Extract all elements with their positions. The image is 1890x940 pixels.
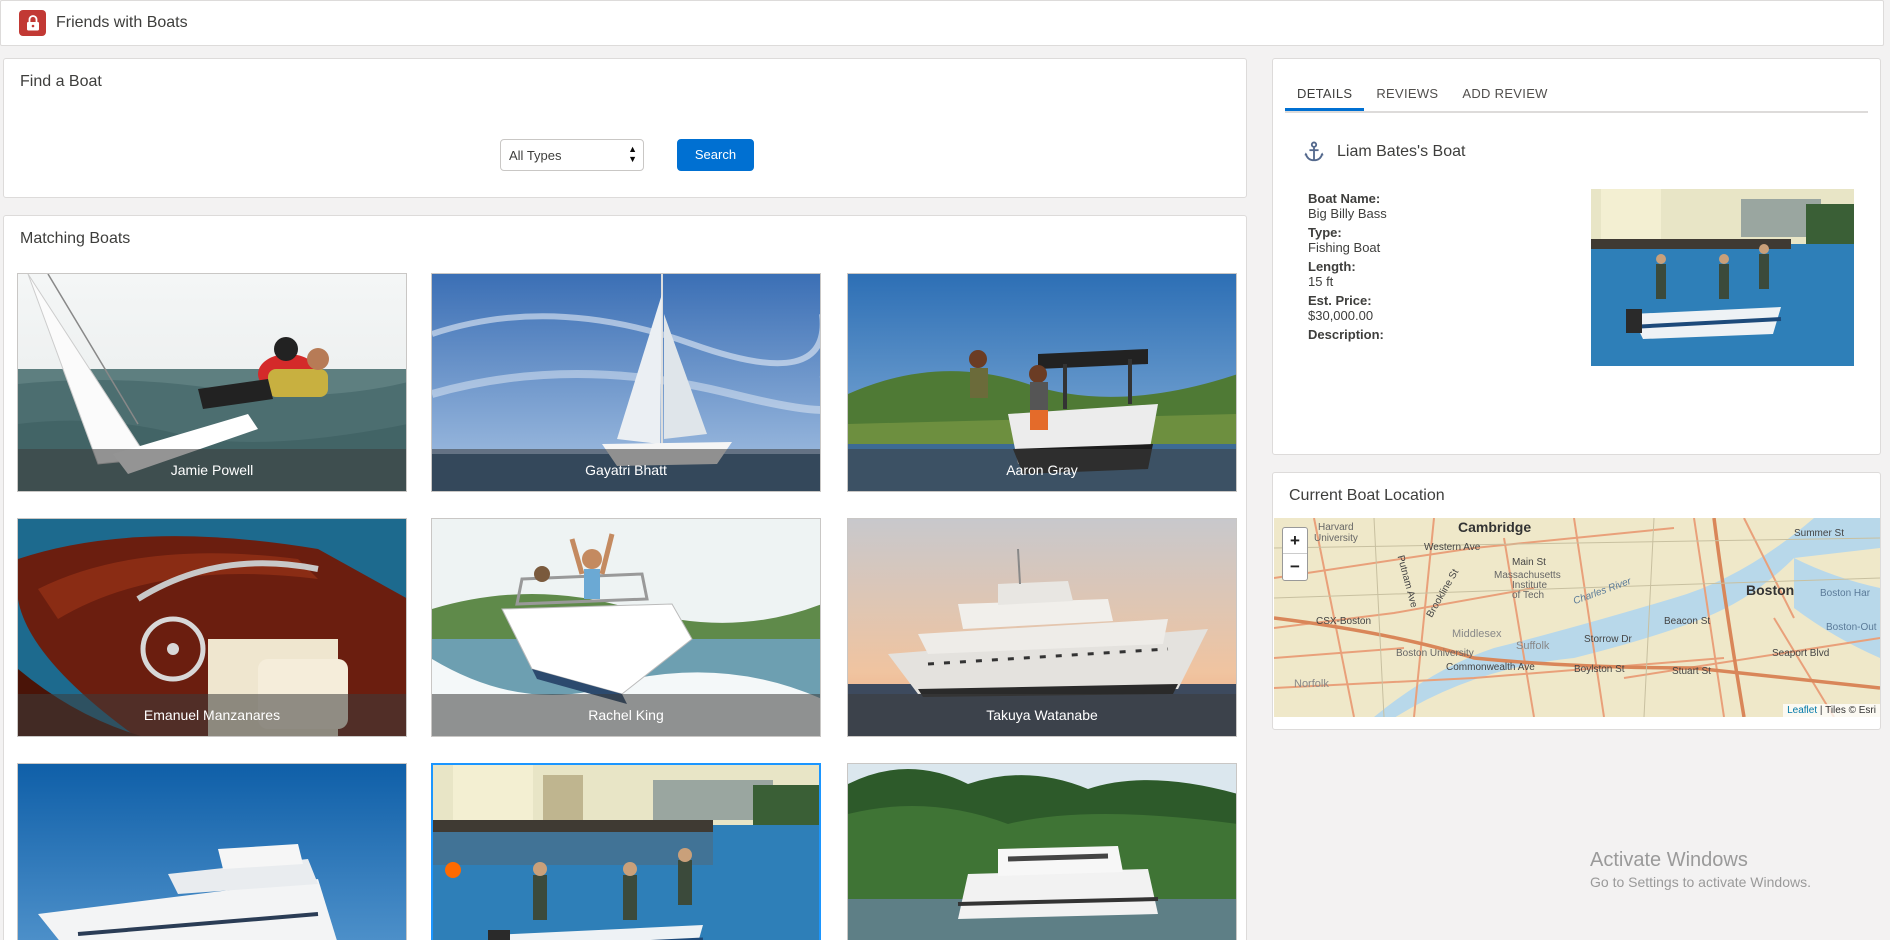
map-label-commonwealth-ave: Commonwealth Ave [1446,662,1535,673]
boat-type-select-value: All Types [509,148,562,163]
boat-tile[interactable]: Jamie Powell [17,273,407,492]
map-label-storrow-dr: Storrow Dr [1584,634,1632,645]
map-label-seaport-blvd: Seaport Blvd [1772,648,1830,659]
map-attribution: Leaflet | Tiles © Esri [1783,704,1880,717]
boat-photo [433,765,819,940]
app-header: Friends with Boats [0,0,1884,46]
zoom-in-button[interactable]: + [1283,528,1307,554]
boat-tile[interactable]: Aaron Gray [847,273,1237,492]
boat-owner-label: Takuya Watanabe [848,694,1236,736]
boat-tile[interactable] [17,763,407,940]
anchor-icon [1304,141,1324,162]
boat-details-title: Liam Bates's Boat [1337,143,1466,160]
boat-owner-label: Rachel King [432,694,820,736]
matching-boats-title: Matching Boats [20,230,131,247]
activate-windows-subtitle: Go to Settings to activate Windows. [1590,874,1811,890]
boat-location-map[interactable]: + − Cambridge Boston Harvard University … [1274,518,1880,717]
matching-boats-card: Matching Boats Jamie Powell Gayatri Bhat… [3,215,1247,940]
boat-detail-fields: Boat Name: Big Billy Bass Type: Fishing … [1308,189,1387,342]
boat-photo [848,764,1236,940]
map-label-summer-st: Summer St [1794,528,1845,539]
boat-details-card: DETAILS REVIEWS ADD REVIEW Liam Bates's … [1272,58,1881,455]
boat-owner-label: Jamie Powell [18,449,406,491]
boat-owner-label: Emanuel Manzanares [18,694,406,736]
boat-location-card: Current Boat Location + − Cambridge Bost… [1272,472,1881,730]
map-label-boston-university: Boston University [1396,648,1474,659]
boat-length-label: Length: [1308,259,1356,274]
boat-price-label: Est. Price: [1308,293,1372,308]
boat-name-label: Boat Name: [1308,191,1381,206]
boat-tile[interactable]: Gayatri Bhatt [431,273,821,492]
tiles-credit: | Tiles © Esri [1817,705,1876,716]
find-boat-title: Find a Boat [20,73,102,90]
map-label-norfolk: Norfolk [1294,678,1329,690]
boat-tile[interactable]: Rachel King [431,518,821,737]
boat-tile-selected[interactable] [431,763,821,940]
map-label-stuart-st: Stuart St [1672,666,1711,677]
boat-type-select[interactable]: All Types ▲ ▼ [500,139,644,171]
map-label-middlesex: Middlesex [1452,628,1502,640]
boat-tile[interactable]: Takuya Watanabe [847,518,1237,737]
boat-type-label: Type: [1308,225,1342,240]
boat-owner-label: Gayatri Bhatt [432,449,820,491]
map-zoom-control: + − [1282,527,1308,581]
map-label-boston-harbor: Boston Har [1820,588,1871,599]
map-label-csx-boston: CSX-Boston [1316,616,1372,627]
map-label-suffolk: Suffolk [1516,640,1550,652]
boat-price-value: $30,000.00 [1308,308,1374,323]
map-label-western-ave: Western Ave [1424,542,1481,553]
details-tabs: DETAILS REVIEWS ADD REVIEW [1285,81,1868,113]
map-title: Current Boat Location [1289,487,1445,504]
map-label-mit-3: of Tech [1512,590,1545,601]
tab-details[interactable]: DETAILS [1285,81,1365,111]
boat-detail-photo [1591,189,1854,366]
tab-reviews[interactable]: REVIEWS [1364,81,1450,111]
map-label-boston: Boston [1746,582,1795,598]
map-label-boston-outer: Boston-Out [1826,622,1877,633]
leaflet-link[interactable]: Leaflet [1787,705,1817,716]
map-label-harvard: Harvard [1318,522,1354,533]
boat-description-label: Description: [1308,327,1384,342]
tab-add-review[interactable]: ADD REVIEW [1450,81,1559,111]
boat-type-value: Fishing Boat [1308,240,1381,255]
select-arrows-icon: ▲ ▼ [628,144,637,164]
map-label-main-st: Main St [1512,557,1546,568]
boat-photo [18,764,406,940]
map-label-boylston-st: Boylston St [1574,664,1625,675]
boat-tile[interactable] [847,763,1237,940]
lock-icon [19,10,46,36]
activate-windows-title: Activate Windows [1590,849,1748,871]
find-boat-card: Find a Boat All Types ▲ ▼ Search [3,58,1247,198]
map-label-cambridge: Cambridge [1458,519,1532,535]
search-button[interactable]: Search [677,139,754,171]
app-title: Friends with Boats [56,14,188,31]
boat-tile[interactable]: Emanuel Manzanares [17,518,407,737]
boat-name-value: Big Billy Bass [1308,206,1387,221]
boat-owner-label: Aaron Gray [848,449,1236,491]
boat-length-value: 15 ft [1308,274,1334,289]
map-label-beacon-st: Beacon St [1664,616,1711,627]
boat-details-header: Liam Bates's Boat [1303,141,1465,163]
map-label-harvard-2: University [1314,533,1358,544]
zoom-out-button[interactable]: − [1283,554,1307,580]
